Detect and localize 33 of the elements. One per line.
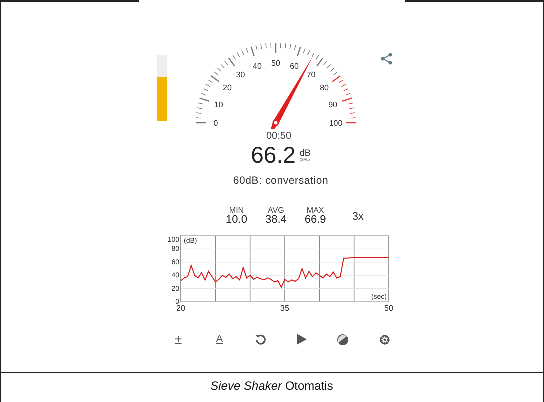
figure-caption: Sieve Shaker Otomatis	[210, 378, 334, 392]
stat-value: 38.4	[265, 215, 287, 226]
stat-label: AVG	[268, 207, 284, 215]
play-icon[interactable]	[296, 334, 307, 345]
gauge-label: 10	[214, 100, 224, 110]
stat-value: 10.0	[226, 215, 248, 226]
gauge-label: 40	[253, 62, 262, 71]
stat-value: 66.9	[304, 215, 326, 226]
gauge-label: 30	[236, 70, 246, 80]
x-tick-label: 20	[176, 304, 186, 313]
reset-icon[interactable]	[255, 334, 266, 345]
gauge-label: 80	[320, 84, 329, 93]
contrast-icon[interactable]	[336, 334, 349, 346]
unit-label: dB	[300, 149, 311, 158]
gauge-label: 50	[272, 59, 280, 68]
level-description: 60dB: conversation	[233, 175, 329, 187]
gauge-label: 90	[328, 100, 338, 110]
x-tick-label: 50	[384, 304, 394, 313]
stat-label: MIN	[229, 207, 244, 215]
gauge-label: 60	[290, 62, 299, 71]
gauge-label: 70	[306, 70, 316, 80]
share-icon[interactable]	[381, 53, 393, 65]
settings-icon[interactable]	[378, 334, 391, 346]
elapsed-time: 00:50	[266, 131, 292, 142]
calibrate-button[interactable]: ±	[173, 333, 184, 346]
gauge-label: 100	[329, 119, 343, 128]
x-tick-label: 35	[280, 304, 290, 313]
gauge-label: 20	[223, 84, 232, 93]
text-size-button[interactable]: A	[214, 334, 226, 344]
gauge-label: 0	[214, 119, 218, 128]
stat-label: MAX	[306, 207, 324, 215]
speed-button[interactable]: 3x	[350, 210, 366, 222]
sound-level-reading: 66.2	[251, 142, 296, 169]
